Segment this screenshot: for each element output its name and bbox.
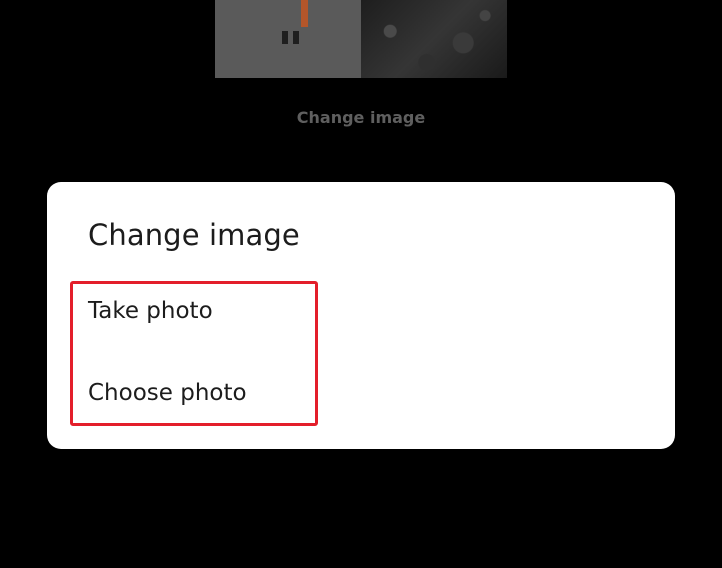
cover-image-left (215, 0, 361, 78)
cover-image-left-detail (293, 31, 299, 44)
cover-image-left-detail (282, 31, 288, 44)
take-photo-option[interactable]: Take photo (88, 298, 213, 324)
choose-photo-option[interactable]: Choose photo (88, 380, 247, 406)
dialog-title: Change image (88, 218, 300, 252)
current-cover-images (215, 0, 507, 78)
change-image-dialog: Change image Take photo Choose photo (47, 182, 675, 449)
change-image-link[interactable]: Change image (0, 108, 722, 127)
cover-image-right (361, 0, 507, 78)
cover-image-left-detail (301, 0, 308, 27)
